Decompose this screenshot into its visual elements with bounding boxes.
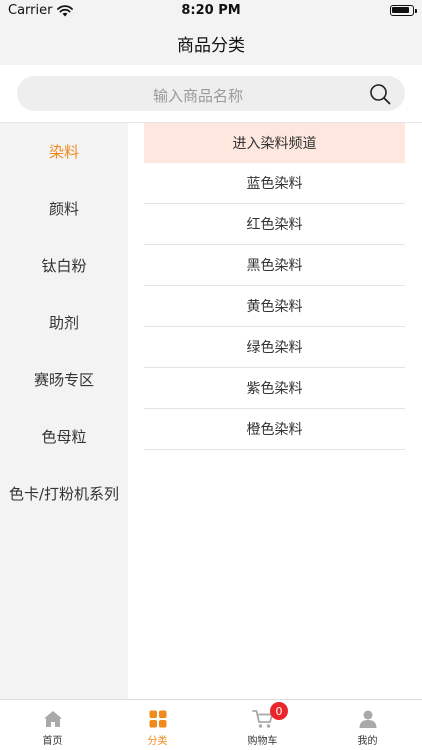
tab-bar: 首页 分类 0 购物车 我的 (0, 699, 422, 750)
status-bar: Carrier 8:20 PM (0, 0, 422, 22)
search-placeholder: 输入商品名称 (152, 87, 243, 105)
subcategory-item-black[interactable]: 黑色染料 (144, 245, 405, 286)
battery-icon (390, 5, 417, 16)
subcategory-item-purple[interactable]: 紫色染料 (144, 368, 405, 409)
sidebar-item-saiyang-zone[interactable]: 赛旸专区 (0, 351, 128, 408)
sidebar-item-titanium-dioxide[interactable]: 钛白粉 (0, 237, 128, 294)
subcategory-panel: 进入染料频道 蓝色染料 红色染料 黑色染料 黄色染料 绿色染料 紫色染料 橙色染… (144, 123, 405, 450)
tab-home[interactable]: 首页 (0, 700, 105, 750)
enter-channel-button[interactable]: 进入染料频道 (144, 123, 405, 163)
search-icon[interactable] (369, 83, 391, 105)
tab-category-label: 分类 (147, 736, 168, 747)
category-sidebar: 染料 颜料 钛白粉 助剂 赛旸专区 色母粒 色卡/打粉机系列 (0, 123, 128, 699)
subcategory-item-blue[interactable]: 蓝色染料 (144, 163, 405, 204)
tab-cart[interactable]: 0 购物车 (210, 700, 315, 750)
subcategory-item-green[interactable]: 绿色染料 (144, 327, 405, 368)
subcategory-item-yellow[interactable]: 黄色染料 (144, 286, 405, 327)
subcategory-item-orange[interactable]: 橙色染料 (144, 409, 405, 450)
tab-home-label: 首页 (42, 736, 63, 747)
search-input[interactable]: 输入商品名称 (17, 76, 405, 111)
cart-count-badge: 0 (270, 702, 288, 720)
subcategory-item-red[interactable]: 红色染料 (144, 204, 405, 245)
sidebar-item-auxiliaries[interactable]: 助剂 (0, 294, 128, 351)
tab-cart-label: 购物车 (247, 736, 278, 747)
sidebar-item-dyes[interactable]: 染料 (0, 123, 128, 180)
home-icon (43, 711, 62, 727)
navigation-bar: 商品分类 (0, 22, 422, 65)
sidebar-item-color-card-series[interactable]: 色卡/打粉机系列 (0, 465, 128, 522)
clock: 8:20 PM (181, 3, 241, 18)
tab-profile-label: 我的 (357, 736, 378, 747)
grid-icon (149, 710, 166, 728)
user-icon (359, 710, 376, 728)
sidebar-item-pigments[interactable]: 颜料 (0, 180, 128, 237)
tab-category[interactable]: 分类 (105, 700, 210, 750)
page-title: 商品分类 (177, 36, 245, 56)
search-area: 输入商品名称 (0, 65, 422, 122)
sidebar-item-masterbatch[interactable]: 色母粒 (0, 408, 128, 465)
tab-profile[interactable]: 我的 (315, 700, 420, 750)
